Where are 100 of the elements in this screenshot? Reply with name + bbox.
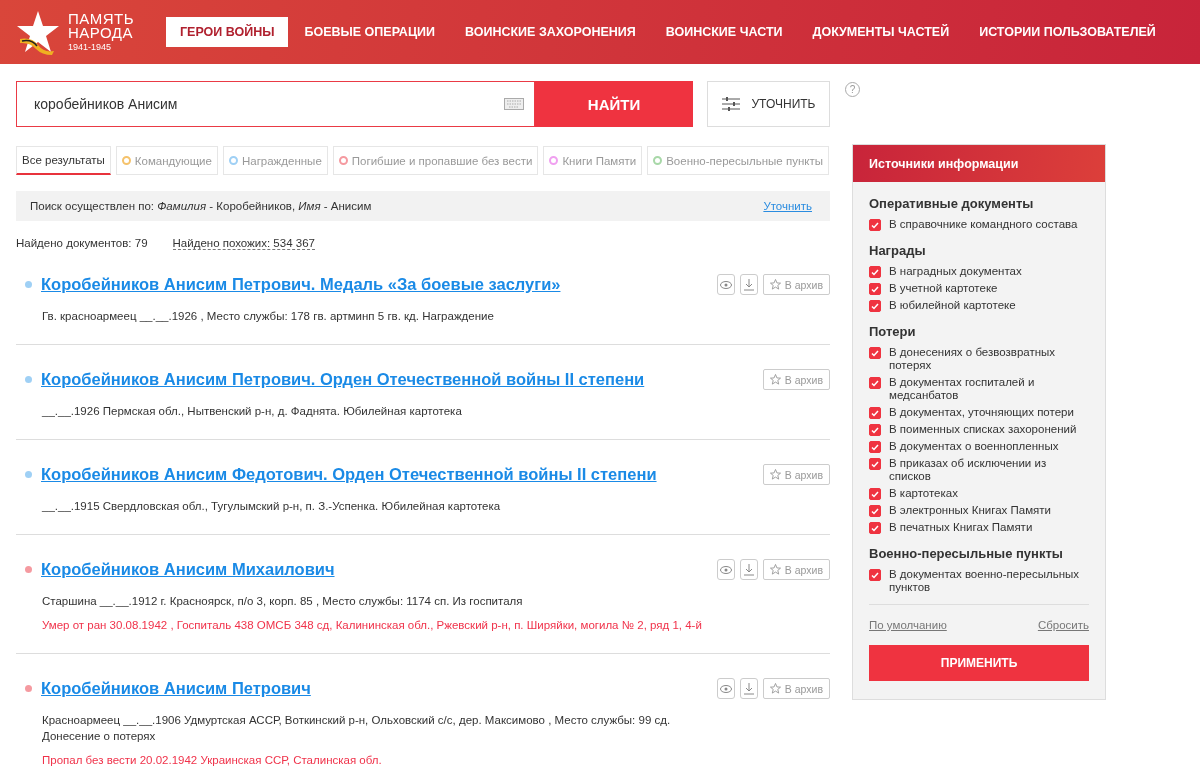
star-icon [769, 469, 781, 480]
checkbox-label: В документах, уточняющих потери [889, 406, 1074, 419]
checkbox[interactable] [869, 283, 881, 295]
group-title: Военно-пересыльные пункты [869, 546, 1064, 561]
sliders-icon [721, 97, 740, 111]
check-icon [871, 379, 879, 387]
download-icon [743, 278, 754, 291]
similar-count-link[interactable]: Найдено похожих: 534 367 [172, 237, 315, 250]
panel-title: Источники информации [853, 145, 1105, 182]
checkbox[interactable] [869, 347, 881, 359]
checkbox-label: В приказах об исключении из списков [889, 457, 1048, 483]
archive-button[interactable]: В архив [762, 274, 830, 295]
star-icon [769, 683, 781, 694]
archive-button[interactable]: В архив [762, 369, 830, 390]
checkbox-label: В донесениях о безвозвратных потерях [889, 346, 1057, 372]
filter-tab[interactable]: Книги Памяти [543, 146, 643, 175]
eye-icon [719, 565, 732, 574]
group-title: Оперативные документы [869, 196, 1035, 211]
result-details: __.__.1915 Свердловская обл., Тугулымский р-н, п. З.-Успенка. Юбилейная картотека [42, 499, 502, 514]
checkbox[interactable] [869, 407, 881, 419]
star-logo-icon [16, 9, 60, 55]
keyboard-icon[interactable] [504, 98, 524, 110]
filter-tab[interactable]: Погибшие и пропавшие без вести [332, 146, 539, 175]
loss-info: Пропал без вести 20.02.1942 Украинская ССР, Сталинская обл. [42, 753, 383, 768]
nav-tab[interactable]: ГЕРОИ ВОЙНЫ [166, 17, 289, 47]
check-icon [871, 302, 879, 310]
apply-button[interactable]: ПРИМЕНИТЬ [869, 645, 1089, 681]
checkbox-label: В документах о военнопленных [889, 440, 1059, 453]
check-icon [871, 490, 879, 498]
result-title-link[interactable]: Коробейников Анисим Петрович. Орден Отечественной войны II степени [41, 370, 754, 389]
filter-tab[interactable]: Военно-пересыльные пункты [647, 146, 829, 175]
result-title-link[interactable]: Коробейников Анисим Петрович [41, 679, 708, 698]
refine-link[interactable]: Уточнить [763, 200, 812, 212]
check-icon [871, 443, 879, 451]
result-details: __.__.1926 Пермская обл., Нытвенский р-н, д. Фаднята. Юбилейная картотека [42, 404, 463, 419]
nav-tab[interactable]: ВОИНСКИЕ ЗАХОРОНЕНИЯ [451, 17, 650, 47]
checkbox[interactable] [869, 458, 881, 470]
result-details: Гв. красноармеец __.__.1926 , Место службы: 178 гв. артминп 5 гв. кд. Награждение [42, 309, 495, 324]
checkbox-label: В документах военно-пересыльных пунктов [889, 568, 1081, 594]
checkbox[interactable] [869, 441, 881, 453]
checkbox[interactable] [869, 488, 881, 500]
nav-tab[interactable]: ВОИНСКИЕ ЧАСТИ [651, 17, 797, 47]
check-icon [871, 524, 879, 532]
search-field[interactable]: коробейников Анисим [16, 81, 535, 127]
nav-tab[interactable]: ДОКУМЕНТЫ ЧАСТЕЙ [798, 17, 964, 47]
checkbox[interactable] [869, 266, 881, 278]
filter-tab[interactable]: Все результаты [16, 146, 111, 175]
checkbox-label: В юбилейной картотеке [889, 299, 1016, 312]
check-icon [871, 285, 879, 293]
archive-button[interactable]: В архив [762, 559, 830, 580]
loss-info: Умер от ран 30.08.1942 , Госпиталь 438 ОМСБ 348 сд, Калининская обл., Ржевский р-н, п. Ширяйки, могила № 2, ряд 1, 4-й [42, 618, 703, 633]
eye-icon [719, 684, 732, 693]
star-icon [769, 374, 781, 385]
view-button[interactable] [716, 678, 735, 699]
star-icon [769, 279, 781, 290]
logo-text: НАРОДА [68, 26, 134, 40]
view-button[interactable] [716, 274, 735, 295]
logo-years: 1941-1945 [68, 42, 113, 52]
logo-text: ПАМЯТЬ [68, 12, 135, 26]
result-title-link[interactable]: Коробейников Анисим Петрович. Медаль «За боевые заслуги» [41, 275, 708, 294]
view-button[interactable] [716, 559, 735, 580]
check-icon [871, 507, 879, 515]
check-icon [871, 426, 879, 434]
checkbox[interactable] [869, 569, 881, 581]
default-link[interactable]: По умолчанию [869, 619, 947, 631]
checkbox-label: В картотеках [889, 487, 958, 500]
checkbox-label: В наградных документах [889, 265, 1022, 278]
download-icon [743, 563, 754, 576]
nav-tab[interactable]: ИСТОРИИ ПОЛЬЗОВАТЕЛЕЙ [965, 17, 1170, 47]
check-icon [871, 571, 879, 579]
checkbox[interactable] [869, 522, 881, 534]
checkbox-label: В справочнике командного состава [889, 218, 1078, 231]
checkbox-label: В учетной картотеке [889, 282, 998, 295]
check-icon [871, 268, 879, 276]
nav-tab[interactable]: БОЕВЫЕ ОПЕРАЦИИ [290, 17, 449, 47]
reset-link[interactable]: Сбросить [1037, 619, 1089, 631]
result-title-link[interactable]: Коробейников Анисим Федотович. Орден Отечественной войны II степени [41, 465, 754, 484]
result-title-link[interactable]: Коробейников Анисим Михаилович [41, 560, 708, 579]
check-icon [871, 460, 879, 468]
archive-button[interactable]: В архив [762, 464, 830, 485]
checkbox-label: В документах госпиталей и медсанбатов [889, 376, 1036, 402]
checkbox[interactable] [869, 377, 881, 389]
group-title: Потери [869, 324, 917, 339]
result-details: Красноармеец __.__.1906 Удмуртская АССР, Воткинский р-н, Ольховский с/с, дер. Максимово , Место службы: 99 сд. Донесение о потерях [42, 713, 672, 744]
documents-count: Найдено документов: 79 [16, 237, 148, 250]
archive-button[interactable]: В архив [762, 678, 830, 699]
find-button[interactable]: НАЙТИ [535, 81, 693, 127]
filter-tab[interactable]: Командующие [115, 146, 218, 175]
checkbox-label: В электронных Книгах Памяти [889, 504, 1051, 517]
check-icon [871, 409, 879, 417]
checkbox[interactable] [869, 300, 881, 312]
checkbox[interactable] [869, 219, 881, 231]
refine-button[interactable]: УТОЧНИТЬ [707, 81, 830, 127]
checkbox[interactable] [869, 505, 881, 517]
checkbox[interactable] [869, 424, 881, 436]
group-title: Награды [869, 243, 927, 258]
star-icon [769, 564, 781, 575]
filter-tab[interactable]: Награжденные [222, 146, 328, 175]
search-summary: Поиск осуществлен по: Фамилия - Коробейников, Имя - Анисим [30, 200, 372, 212]
check-icon [871, 221, 879, 229]
